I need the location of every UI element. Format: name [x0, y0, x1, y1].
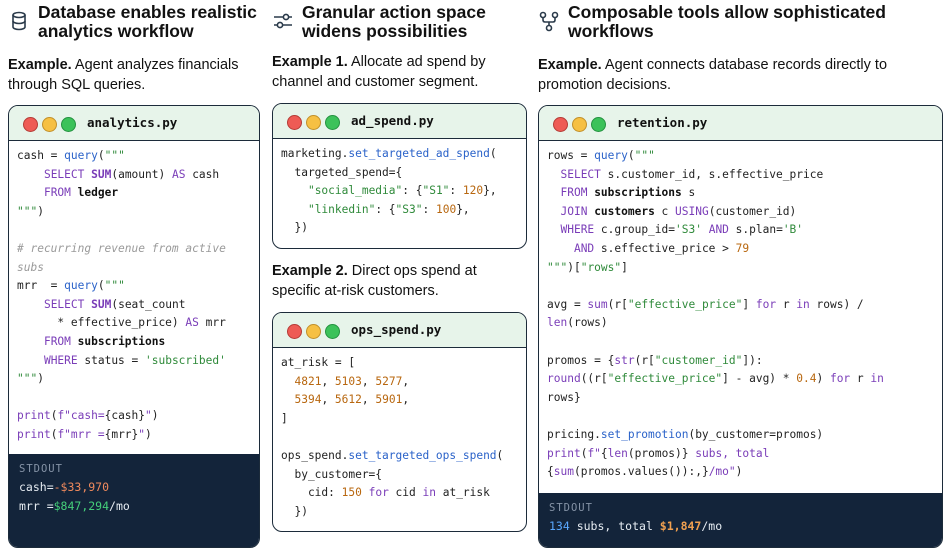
- stdout-output: cash=-$33,970 mrr =$847,294/mo: [19, 480, 130, 513]
- maximize-window-dot[interactable]: [325, 324, 340, 339]
- section-header: Granular action space widens possibiliti…: [272, 0, 527, 44]
- file-name: ops_spend.py: [351, 322, 442, 337]
- column-composable-tools: Composable tools allow sophisticated wor…: [538, 0, 943, 548]
- minimize-window-dot[interactable]: [42, 117, 57, 132]
- minimize-window-dot[interactable]: [306, 115, 321, 130]
- code-window-retention: retention.py rows = query(""" SELECT s.c…: [538, 105, 943, 548]
- maximize-window-dot[interactable]: [61, 117, 76, 132]
- close-window-dot[interactable]: [287, 115, 302, 130]
- section-title: Granular action space widens possibiliti…: [302, 2, 486, 41]
- sliders-icon: [274, 13, 292, 29]
- maximize-window-dot[interactable]: [591, 117, 606, 132]
- code-window-ad-spend: ad_spend.py marketing.set_targeted_ad_sp…: [272, 103, 527, 249]
- column-database: Database enables realistic analytics wor…: [8, 0, 260, 548]
- section-header: Composable tools allow sophisticated wor…: [538, 0, 943, 44]
- close-window-dot[interactable]: [287, 324, 302, 339]
- workflow-icon: [539, 11, 559, 32]
- column-action-space: Granular action space widens possibiliti…: [272, 0, 527, 532]
- window-title-bar: retention.py: [539, 106, 942, 141]
- example-description: Example. Agent connects database records…: [538, 57, 888, 93]
- code-block: cash = query(""" SELECT SUM(amount) AS c…: [17, 149, 226, 441]
- file-name: analytics.py: [87, 115, 178, 130]
- window-title-bar: ops_spend.py: [273, 313, 526, 348]
- minimize-window-dot[interactable]: [572, 117, 587, 132]
- section-title: Composable tools allow sophisticated wor…: [568, 2, 886, 41]
- code-window-ops-spend: ops_spend.py at_risk = [ 4821, 5103, 527…: [272, 312, 527, 532]
- stdout-label: STDOUT: [549, 502, 593, 514]
- close-window-dot[interactable]: [23, 117, 38, 132]
- window-title-bar: analytics.py: [9, 106, 259, 141]
- stdout-panel: STDOUT 134 subs, total $1,847/mo: [539, 493, 942, 547]
- database-icon: [12, 11, 26, 31]
- example-2-description: Example 2. Direct ops spend at specific …: [272, 263, 477, 299]
- section-header: Database enables realistic analytics wor…: [8, 0, 260, 44]
- example-description: Example. Agent analyzes financials throu…: [8, 57, 239, 93]
- code-block: rows = query(""" SELECT s.customer_id, s…: [547, 149, 884, 479]
- window-title-bar: ad_spend.py: [273, 104, 526, 139]
- file-name: retention.py: [617, 115, 708, 130]
- code-window-analytics: analytics.py cash = query(""" SELECT SUM…: [8, 105, 260, 548]
- close-window-dot[interactable]: [553, 117, 568, 132]
- section-title: Database enables realistic analytics wor…: [38, 2, 257, 41]
- stdout-panel: STDOUT cash=-$33,970 mrr =$847,294/mo: [9, 454, 259, 547]
- stdout-label: STDOUT: [19, 463, 63, 475]
- stdout-output: 134 subs, total $1,847/mo: [549, 519, 723, 533]
- code-block: at_risk = [ 4821, 5103, 5277, 5394, 5612…: [281, 356, 504, 518]
- example-1-description: Example 1. Allocate ad spend by channel …: [272, 54, 486, 90]
- file-name: ad_spend.py: [351, 113, 434, 128]
- minimize-window-dot[interactable]: [306, 324, 321, 339]
- code-block: marketing.set_targeted_ad_spend( targete…: [281, 147, 497, 235]
- maximize-window-dot[interactable]: [325, 115, 340, 130]
